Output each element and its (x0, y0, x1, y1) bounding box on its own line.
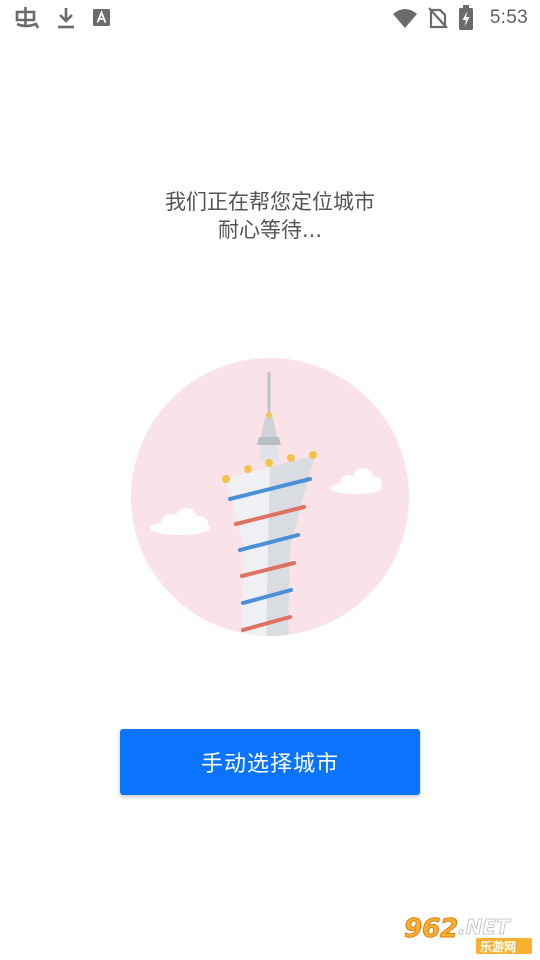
download-icon (58, 8, 74, 29)
locating-message: 我们正在帮您定位城市 耐心等待... (0, 188, 540, 244)
status-bar: 5:53 (0, 0, 540, 36)
location-page: 5:53 我们正在帮您定位城市 耐心等待... 手动选择城市 962 .NET … (0, 0, 540, 960)
canton-tower-illustration (131, 358, 409, 636)
font-app-icon (93, 9, 110, 26)
tower-top-deck (257, 437, 281, 445)
status-bar-right: 5:53 (392, 5, 528, 31)
manual-select-city-button[interactable]: 手动选择城市 (120, 729, 420, 795)
manual-select-city-label: 手动选择城市 (200, 752, 339, 777)
watermark-number: 962 (404, 914, 458, 944)
watermark-subtitle: 乐游网 (480, 939, 516, 954)
status-time: 5:53 (489, 7, 528, 28)
bug-icon (15, 7, 40, 29)
locating-message-line1: 我们正在帮您定位城市 (165, 190, 375, 214)
wifi-icon (392, 9, 417, 28)
status-bar-left (14, 6, 112, 30)
watermark-logo: 962 .NET 乐游网 (404, 914, 532, 954)
no-sim-icon (427, 7, 448, 29)
battery-charging-icon (458, 5, 473, 30)
locating-message-line2: 耐心等待... (217, 218, 323, 242)
watermark-suffix: .NET (458, 915, 511, 939)
